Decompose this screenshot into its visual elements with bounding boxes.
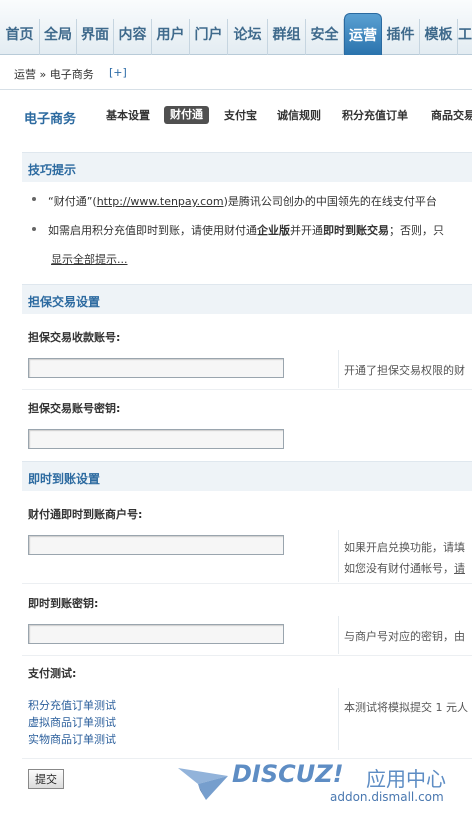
discuz-logo: DISCUZ! <box>232 760 344 788</box>
escrow-key-input[interactable] <box>28 429 284 449</box>
test-virtual-order-link[interactable]: 虚拟商品订单测试 <box>28 714 116 730</box>
instant-key-hint: 与商户号对应的密钥，由 <box>344 630 465 643</box>
breadcrumb-text: 运营 » 电子商务 <box>14 68 94 81</box>
tab-portal[interactable]: 门户 <box>190 19 228 55</box>
payment-test-label: 支付测试: <box>28 667 77 680</box>
tip2-part1: 如需启用积分充值即时到账，请使用财付通 <box>48 224 257 237</box>
watermark-url: addon.dismall.com <box>330 790 444 804</box>
instant-header-text: 即时到账设置 <box>28 472 101 486</box>
tab-tools[interactable]: 工 <box>458 19 472 55</box>
payment-test-hint: 本测试将模拟提交 1 元人 <box>344 701 468 714</box>
subnav-trades[interactable]: 商品交易 <box>431 109 472 123</box>
escrow-account-label: 担保交易收款账号: <box>28 331 121 344</box>
tab-plugins[interactable]: 插件 <box>382 19 420 55</box>
submit-button[interactable]: 提交 <box>28 769 64 789</box>
tab-interface[interactable]: 界面 <box>77 19 114 55</box>
subnav-credit-orders[interactable]: 积分充值订单 <box>342 109 408 123</box>
divider <box>22 389 472 390</box>
tenpay-link[interactable]: http://www.tenpay.com <box>97 195 224 208</box>
subnav-alipay[interactable]: 支付宝 <box>224 109 257 123</box>
show-all-tips-link[interactable]: 显示全部提示... <box>51 251 128 267</box>
tips-header: 技巧提示 <box>22 152 472 182</box>
escrow-header-text: 担保交易设置 <box>28 295 101 309</box>
merchant-id-hint-2: 如您没有财付通帐号，请 <box>344 560 465 576</box>
tab-groups[interactable]: 群组 <box>268 19 306 55</box>
tab-operations[interactable]: 运营 <box>344 13 382 55</box>
escrow-key-label: 担保交易账号密钥: <box>28 402 121 415</box>
divider <box>338 688 339 750</box>
tip-instant-account: 如需启用积分充值即时到账，请使用财付通企业版并开通即时到账交易；否则，只 <box>48 222 444 238</box>
divider <box>22 583 472 584</box>
tips-header-text: 技巧提示 <box>28 163 77 177</box>
paper-plane-icon <box>178 768 228 800</box>
escrow-account-input[interactable] <box>28 358 284 378</box>
tip1-suffix: )是腾讯公司创办的中国领先的在线支付平台 <box>223 195 437 208</box>
subnav-credit-rules[interactable]: 诚信规则 <box>277 109 321 123</box>
tab-users[interactable]: 用户 <box>152 19 190 55</box>
watermark: DISCUZ! 应用中心 addon.dismall.com <box>172 760 472 820</box>
divider <box>338 350 339 388</box>
tip1-prefix: “财付通”( <box>48 195 97 208</box>
page-title: 电子商务 <box>24 112 77 127</box>
divider <box>338 616 339 654</box>
merchant-id-hint-1: 如果开启兑换功能，请填 <box>344 541 465 554</box>
divider <box>22 655 472 656</box>
bullet <box>32 227 36 231</box>
subnav-tenpay[interactable]: 财付通 <box>164 106 209 124</box>
bullet <box>32 197 36 201</box>
register-link[interactable]: 请 <box>454 562 465 575</box>
test-physical-order-link[interactable]: 实物商品订单测试 <box>28 731 116 747</box>
merchant-id-input[interactable] <box>28 535 284 555</box>
tip-tenpay-intro: “财付通”(http://www.tenpay.com)是腾讯公司创办的中国领先… <box>48 193 437 209</box>
divider <box>22 758 472 759</box>
tab-global[interactable]: 全局 <box>40 19 77 55</box>
tab-forum[interactable]: 论坛 <box>228 19 268 55</box>
escrow-account-hint: 开通了担保交易权限的财 <box>344 364 465 377</box>
add-shortcut-link[interactable]: [+] <box>109 66 127 79</box>
tab-templates[interactable]: 模板 <box>420 19 458 55</box>
merchant-hint2-text: 如您没有财付通帐号， <box>344 562 454 575</box>
top-nav: 首页 全局 界面 内容 用户 门户 论坛 群组 安全 运营 插件 模板 工 <box>0 0 472 55</box>
sub-nav: 电子商务 基本设置 财付通 支付宝 诚信规则 积分充值订单 商品交易 <box>0 90 472 142</box>
instant-key-label: 即时到账密钥: <box>28 597 99 610</box>
tip2-bold1: 企业版 <box>257 224 290 237</box>
tab-content[interactable]: 内容 <box>114 19 152 55</box>
breadcrumb: 运营 » 电子商务 [+] <box>0 56 472 90</box>
tip2-bold2: 即时到账交易 <box>323 224 389 237</box>
subnav-basic-settings[interactable]: 基本设置 <box>106 109 150 123</box>
merchant-id-label: 财付通即时到账商户号: <box>28 508 143 521</box>
test-credit-order-link[interactable]: 积分充值订单测试 <box>28 697 116 713</box>
tip2-part3: ；否则，只 <box>389 224 444 237</box>
divider <box>338 530 339 582</box>
instant-key-input[interactable] <box>28 624 284 644</box>
instant-header: 即时到账设置 <box>22 461 472 491</box>
tab-home[interactable]: 首页 <box>0 19 40 55</box>
watermark-app-center: 应用中心 <box>366 767 446 791</box>
tab-security[interactable]: 安全 <box>306 19 344 55</box>
tip2-part2: 并开通 <box>290 224 323 237</box>
escrow-header: 担保交易设置 <box>22 284 472 314</box>
